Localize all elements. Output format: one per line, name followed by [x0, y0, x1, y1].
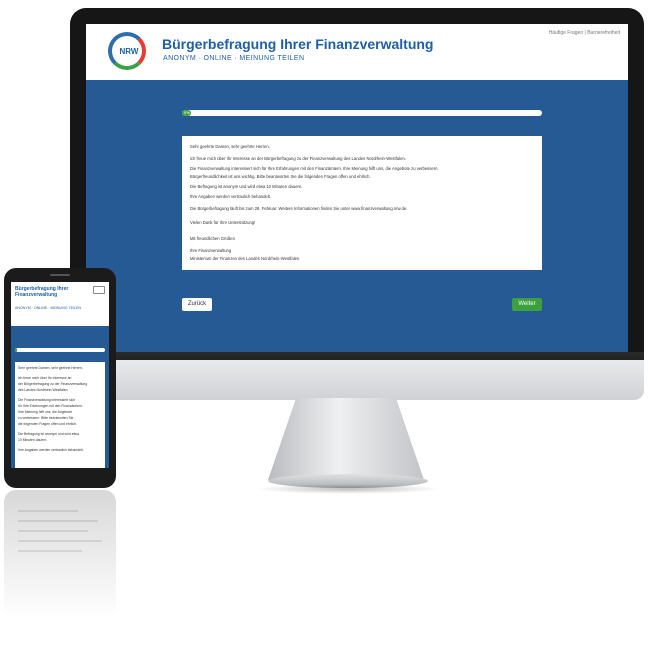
- logo-text: NRW: [119, 47, 139, 56]
- signature-text: Ministerium der Finanzen des Landes Nord…: [190, 256, 300, 261]
- phone-speaker: [50, 274, 70, 276]
- top-nav-links[interactable]: Häufige Fragen | Barrierefreiheit: [549, 30, 620, 36]
- intro-text-box: Sehr geehrte Damen, sehr geehrte Herren,…: [182, 136, 542, 270]
- phone-reflection: [4, 490, 116, 650]
- greeting-text: Sehr geehrte Damen, sehr geehrte Herren,: [190, 144, 270, 149]
- page-title: Bürgerbefragung Ihrer Finanzverwaltung: [162, 36, 434, 52]
- phone-text-line: 10 Minuten dauern.: [18, 438, 48, 442]
- phone-text-line: Ihre Angaben werden vertraulich behandel…: [18, 448, 84, 452]
- back-button[interactable]: Zurück: [182, 298, 212, 311]
- intro-paragraph[interactable]: Die Bürgerbefragung läuft bis zum 28. Fe…: [190, 206, 407, 211]
- phone-text-line: für Ihre Erfahrungen mit den Finanzämter…: [18, 404, 84, 408]
- smartphone: Bürgerbefragung Ihrer Finanzverwaltung A…: [4, 268, 116, 488]
- phone-text-line: zu verbessern. Bitte beantworten Sie: [18, 416, 74, 420]
- intro-paragraph: ich freue mich über Ihr Interesse an der…: [190, 156, 406, 161]
- page-subtitle: ANONYM · ONLINE · MEINUNG TEILEN: [163, 55, 305, 62]
- phone-page-subtitle: ANONYM · ONLINE · MEINUNG TEILEN: [15, 306, 82, 310]
- nrw-logo: NRW: [108, 32, 146, 70]
- phone-text-line: Ihre Meinung hilft uns, die Angebote: [18, 410, 73, 414]
- reflection-line: [18, 550, 82, 552]
- phone-header: Bürgerbefragung Ihrer Finanzverwaltung A…: [11, 282, 109, 326]
- closing-text: Mit freundlichen Grüßen: [190, 236, 235, 241]
- intro-paragraph: Vielen Dank für Ihre Unterstützung!: [190, 220, 256, 225]
- intro-paragraph: Die Finanzverwaltung interessiert sich f…: [190, 166, 439, 171]
- phone-text-line: des Landes Nordrhein-Westfalen.: [18, 388, 69, 392]
- monitor-chin: [70, 360, 644, 400]
- desktop-screen: NRW Bürgerbefragung Ihrer Finanzverwaltu…: [86, 24, 628, 352]
- progress-label: 0%: [184, 110, 190, 115]
- phone-screen: Bürgerbefragung Ihrer Finanzverwaltung A…: [11, 282, 109, 468]
- phone-progress-fill: [15, 348, 18, 352]
- stand-shadow: [255, 484, 441, 494]
- progress-bar: 0%: [182, 110, 542, 116]
- intro-paragraph: Bürgerfreundlichkeit ist uns wichtig. Bi…: [190, 174, 371, 179]
- next-button[interactable]: Weiter: [512, 298, 542, 311]
- reflection-line: [18, 510, 78, 512]
- signature-text: Ihre Finanzverwaltung: [190, 248, 232, 253]
- site-header: NRW Bürgerbefragung Ihrer Finanzverwaltu…: [86, 24, 628, 80]
- phone-progress-bar: [15, 348, 105, 352]
- phone-text-line: ich freue mich über Ihr Interesse an: [18, 376, 72, 380]
- monitor-stand: [268, 398, 424, 480]
- reflection-line: [18, 520, 98, 522]
- phone-text-line: die folgenden Fragen offen und ehrlich.: [18, 422, 77, 426]
- phone-text-line: der Bürgerbefragung zu der Finanzverwalt…: [18, 382, 88, 386]
- reflection-line: [18, 540, 102, 542]
- phone-intro-text-box: Sehr geehrte Damen, sehr geehrte Herren,…: [15, 362, 105, 468]
- desktop-monitor: NRW Bürgerbefragung Ihrer Finanzverwaltu…: [70, 8, 644, 378]
- menu-icon[interactable]: [93, 286, 105, 294]
- phone-text-line: Die Befragung ist anonym und wird etwa: [18, 432, 79, 436]
- phone-page-title: Bürgerbefragung Ihrer Finanzverwaltung: [15, 286, 69, 298]
- phone-text-line: Sehr geehrte Damen, sehr geehrte Herren,: [18, 366, 83, 370]
- intro-paragraph: Die Befragung ist anonym und wird etwa 1…: [190, 184, 303, 189]
- reflection-line: [18, 530, 88, 532]
- intro-paragraph: Ihre Angaben werden vertraulich behandel…: [190, 194, 272, 199]
- phone-text-line: Die Finanzverwaltung interessiert sich: [18, 398, 76, 402]
